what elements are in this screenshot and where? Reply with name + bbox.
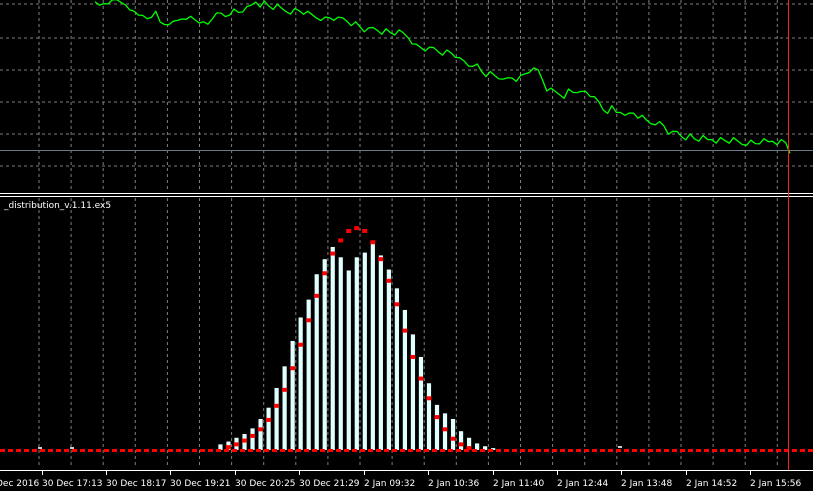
indicator-pane[interactable]: _distribution_v.1.11.ex5 [0,201,813,452]
distribution-marker[interactable] [386,278,392,283]
distribution-bar[interactable] [266,407,271,450]
distribution-marker[interactable] [225,445,231,450]
time-axis-label: Dec 2016 [0,479,39,489]
chart-window[interactable]: _distribution_v.1.11.ex5 Dec 2016 30 Dec … [0,0,813,491]
distribution-marker[interactable] [322,271,328,276]
distribution-marker[interactable] [298,342,304,347]
distribution-bar[interactable] [322,259,327,450]
time-axis-label: 2 Jan 14:52 [686,479,737,489]
distribution-marker[interactable] [314,293,320,298]
distribution-marker[interactable] [434,415,440,420]
distribution-marker[interactable] [306,318,312,323]
distribution-bar[interactable] [410,334,416,450]
distribution-bar[interactable] [362,252,367,450]
distribution-bar[interactable] [282,366,287,450]
distribution-marker[interactable] [394,302,400,307]
distribution-bar[interactable] [346,270,351,450]
baseline-tick [70,447,74,449]
distribution-bar[interactable] [298,317,303,450]
time-axis-label: 2 Jan 12:44 [557,479,609,489]
distribution-marker[interactable] [418,376,424,381]
time-axis-label: 2 Jan 13:48 [621,479,673,489]
distribution-marker[interactable] [249,433,255,438]
distribution-bar[interactable] [394,288,399,450]
distribution-marker[interactable] [330,251,336,256]
distribution-marker[interactable] [442,427,448,432]
distribution-marker[interactable] [402,328,408,333]
pane-separator[interactable] [0,193,813,197]
distribution-marker[interactable] [362,228,368,233]
time-axis-label: 2 Jan 09:32 [364,479,415,489]
distribution-bar[interactable] [386,269,391,450]
distribution-marker[interactable] [257,427,263,432]
distribution-bar[interactable] [258,418,263,450]
distribution-marker[interactable] [458,442,464,447]
distribution-marker[interactable] [466,446,472,451]
distribution-marker[interactable] [290,366,296,371]
distribution-bar[interactable] [418,356,424,450]
indicator-label: _distribution_v.1.11.ex5 [3,201,111,211]
distribution-marker[interactable] [450,436,456,441]
distribution-bar[interactable] [274,387,279,450]
price-line[interactable] [94,0,791,154]
time-axis-label: 2 Jan 10:36 [428,479,480,489]
distribution-bar[interactable] [426,383,432,450]
distribution-marker[interactable] [354,226,360,231]
distribution-bar[interactable] [434,404,440,450]
time-axis-label: 2 Jan 15:56 [750,479,802,489]
time-axis-label: 30 Dec 17:13 [42,479,103,489]
distribution-bar[interactable] [354,257,359,450]
distribution-marker[interactable] [282,387,288,392]
distribution-marker[interactable] [410,354,416,359]
distribution-marker[interactable] [426,396,432,401]
distribution-bar[interactable] [370,243,375,450]
time-axis-label: 30 Dec 20:25 [235,479,296,489]
distribution-bar[interactable] [338,257,343,450]
distribution-bar[interactable] [458,431,464,450]
distribution-bar[interactable] [290,340,295,450]
distribution-marker[interactable] [346,228,352,233]
chart-canvas[interactable]: _distribution_v.1.11.ex5 Dec 2016 30 Dec … [0,0,813,491]
time-axis-label: 2 Jan 11:40 [493,479,545,489]
distribution-marker[interactable] [378,257,384,262]
distribution-bar[interactable] [250,428,255,450]
distribution-bar[interactable] [378,255,383,450]
distribution-marker[interactable] [338,238,344,243]
distribution-marker[interactable] [370,240,376,245]
distribution-bar[interactable] [314,274,319,450]
time-axis-label: 30 Dec 19:21 [170,479,231,489]
baseline-tick [618,446,622,448]
distribution-marker[interactable] [241,438,247,443]
time-axis-label: 30 Dec 18:17 [106,479,167,489]
distribution-bar[interactable] [330,246,335,450]
distribution-bar[interactable] [442,413,448,450]
time-axis-label: 30 Dec 21:29 [299,479,360,489]
distribution-marker[interactable] [233,442,239,447]
time-axis: Dec 2016 30 Dec 17:13 30 Dec 18:17 30 Dec 1… [0,470,813,489]
distribution-bar[interactable] [450,418,456,450]
price-pane[interactable] [94,0,791,154]
distribution-marker[interactable] [274,403,279,408]
distribution-marker[interactable] [265,417,271,422]
baseline-tick [38,447,42,449]
